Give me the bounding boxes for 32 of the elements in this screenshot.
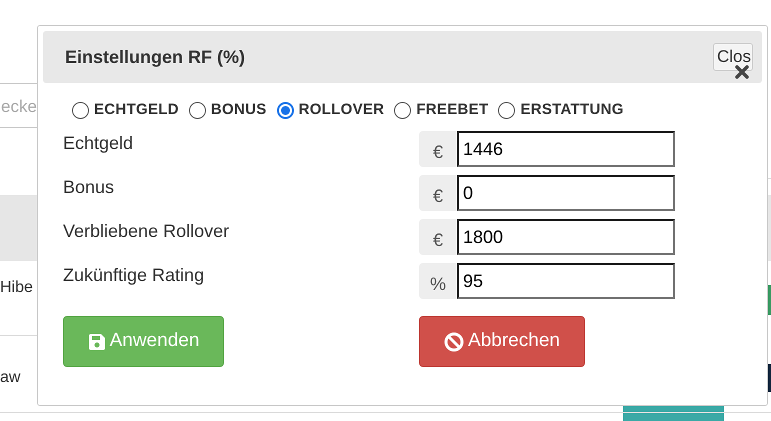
ban-icon xyxy=(444,332,464,352)
cancel-button[interactable]: Abbrechen xyxy=(419,316,585,367)
radio-label[interactable]: ERSTATTUNG xyxy=(520,98,624,122)
radio-button[interactable] xyxy=(188,102,206,118)
close-button[interactable]: Clos xyxy=(713,43,753,71)
radio-button[interactable] xyxy=(276,102,294,118)
input-addon: € xyxy=(419,175,457,211)
save-icon xyxy=(88,332,106,350)
table-cell-text: Hibe xyxy=(0,278,33,298)
radio-button[interactable] xyxy=(72,102,89,118)
radio-label[interactable]: BONUS xyxy=(210,98,267,122)
input-field[interactable]: 1446 xyxy=(457,131,675,167)
field-label: Bonus xyxy=(63,176,116,199)
input-field[interactable]: 95 xyxy=(457,263,675,299)
input-field[interactable]: 1800 xyxy=(457,219,675,255)
input-field[interactable]: 0 xyxy=(457,175,675,211)
radio-button[interactable] xyxy=(394,102,412,118)
input-addon: € xyxy=(419,219,457,255)
radio-label[interactable]: ECHTGELD xyxy=(94,98,179,122)
table-cell-text: aw xyxy=(0,368,20,388)
field-label: Zukünftige Rating xyxy=(63,264,206,287)
dialog-title: Einstellungen RF (%) xyxy=(65,46,245,69)
table-header xyxy=(0,195,37,261)
input-addon: % xyxy=(419,263,457,299)
field-label: Verbliebene Rollover xyxy=(63,220,230,243)
field-label: Echtgeld xyxy=(63,132,134,155)
radio-label[interactable]: ROLLOVER xyxy=(298,98,384,122)
input-addon: € xyxy=(419,131,457,167)
radio-label[interactable]: FREEBET xyxy=(416,98,488,122)
radio-button[interactable] xyxy=(498,102,516,118)
search-placeholder: ecke xyxy=(1,96,37,118)
close-icon xyxy=(735,65,749,79)
